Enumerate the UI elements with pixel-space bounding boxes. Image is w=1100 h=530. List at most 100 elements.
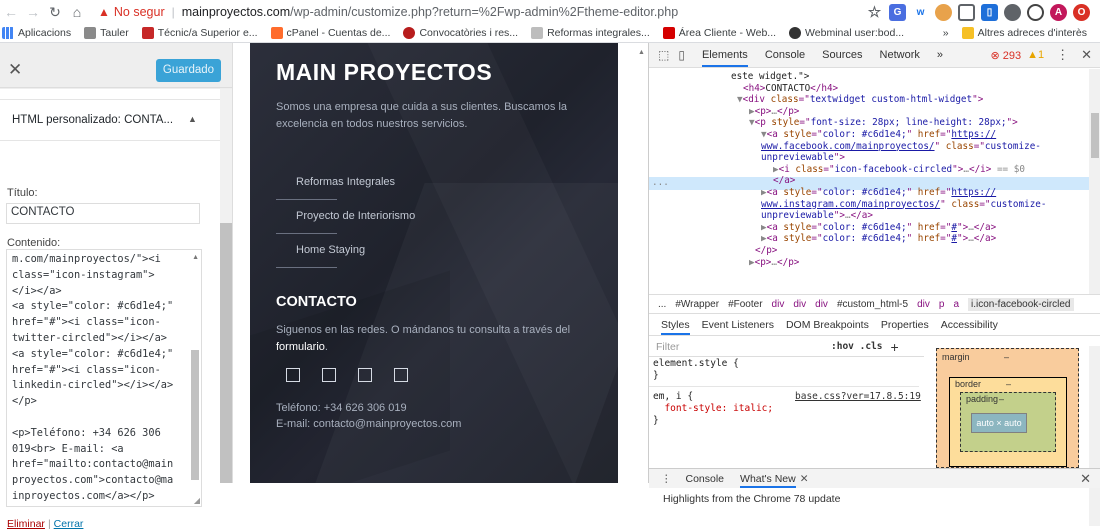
breadcrumb-item[interactable]: p — [939, 299, 945, 310]
wave-extension-icon[interactable]: w — [912, 3, 929, 21]
other-bookmarks-folder[interactable]: Altres adreces d'interès — [961, 27, 1087, 39]
tab-properties[interactable]: Properties — [881, 319, 929, 331]
menu-item-home-staying[interactable]: Home Staying — [296, 244, 365, 256]
facebook-icon[interactable] — [286, 368, 300, 382]
device-toolbar-icon[interactable]: ▯ — [678, 48, 685, 62]
dom-node-line[interactable]: ▶<a style="color: #c6d1e4;" href="https:… — [761, 187, 996, 199]
rule-line[interactable]: element.style { — [653, 358, 739, 370]
elements-scrollbar[interactable] — [1089, 69, 1100, 294]
tab-sources[interactable]: Sources — [822, 49, 862, 61]
hov-cls-toggles[interactable]: :hov .cls — [831, 341, 882, 352]
dom-node-line[interactable]: <h4>CONTACTO</h4> — [743, 83, 838, 95]
code-scrollbar-thumb[interactable] — [191, 350, 199, 480]
forward-arrow-icon[interactable]: → — [22, 4, 44, 20]
menu-item-interiorismo[interactable]: Proyecto de Interiorismo — [296, 210, 415, 222]
tabs-overflow-button[interactable]: » — [937, 49, 943, 61]
tab-elements[interactable]: Elements — [701, 44, 748, 67]
add-rule-icon[interactable]: + — [890, 339, 898, 355]
dom-node-line[interactable]: ▶<a style="color: #c6d1e4;" href="#">…</… — [761, 233, 996, 245]
box-model-padding[interactable]: padding – auto × auto — [960, 392, 1056, 452]
dom-node-line[interactable]: unpreviewable">…</a> — [761, 210, 873, 222]
close-icon[interactable]: ✕ — [1081, 47, 1092, 63]
close-link[interactable]: Cerrar — [54, 518, 84, 530]
bookmark-item[interactable]: Convocatòries i res... — [403, 27, 518, 39]
kebab-menu-icon[interactable]: ⋮ — [1056, 47, 1069, 63]
rule-source-link[interactable]: base.css?ver=17.8.5:19 — [795, 391, 921, 403]
dom-node-line[interactable]: ▶<a style="color: #c6d1e4;" href="#">…</… — [761, 222, 996, 234]
box-model-margin[interactable]: margin – border – padding – auto × auto — [936, 348, 1079, 468]
content-code-editor[interactable]: m.com/mainproyectos/"><i class="icon-ins… — [6, 249, 202, 507]
email-text[interactable]: E-mail: contacto@mainproyectos.com — [276, 418, 461, 430]
dom-node-line[interactable]: ▶<i class="icon-facebook-circled">…</i> … — [773, 164, 1025, 176]
twitter-icon[interactable] — [358, 368, 372, 382]
breadcrumb-item[interactable]: div — [793, 299, 806, 310]
dom-node-line[interactable]: unpreviewable"> — [761, 152, 845, 164]
drawer-tab-whats-new[interactable]: What's New — [740, 470, 796, 488]
bookmark-item[interactable]: Tauler — [84, 27, 129, 39]
breadcrumb-item[interactable]: #Wrapper — [675, 299, 719, 310]
breadcrumb-item[interactable]: div — [815, 299, 828, 310]
code-text[interactable]: m.com/mainproyectos/"><i class="icon-ins… — [12, 252, 190, 505]
box-model-content[interactable]: auto × auto — [971, 413, 1027, 433]
resize-handle-icon[interactable]: ◢ — [194, 496, 200, 505]
error-count-badge[interactable]: ⊗ 293 — [990, 49, 1021, 62]
scroll-up-arrow-icon[interactable]: ▲ — [638, 49, 645, 56]
opera-extension-icon[interactable]: O — [1073, 3, 1090, 21]
instagram-icon[interactable] — [322, 368, 336, 382]
close-drawer-icon[interactable]: ✕ — [1080, 471, 1091, 487]
bookmark-item[interactable]: Técnic/a Superior e... — [141, 27, 258, 39]
tab-network[interactable]: Network — [880, 49, 920, 61]
breadcrumb-item[interactable]: i.icon-facebook-circled — [968, 297, 1074, 311]
breadcrumb-item[interactable]: ... — [658, 299, 666, 310]
box-model-border[interactable]: border – padding – auto × auto — [949, 377, 1067, 467]
dom-node-line[interactable]: www.facebook.com/mainproyectos/" class="… — [761, 141, 1041, 153]
warning-count-badge[interactable]: ▲1 — [1027, 49, 1044, 61]
scroll-up-arrow-icon[interactable]: ▲ — [192, 254, 199, 261]
bookmark-item[interactable]: Webminal user:bod... — [789, 27, 904, 39]
translate-extension-icon[interactable]: G — [889, 3, 906, 21]
settings-extension-icon[interactable] — [1004, 3, 1021, 21]
dom-node-line[interactable]: </p> — [755, 245, 777, 257]
filter-input[interactable]: Filter — [656, 341, 796, 353]
close-icon[interactable]: ✕ — [8, 60, 22, 80]
dom-node-line[interactable]: ▼<div class="textwidget custom-html-widg… — [737, 94, 983, 106]
elements-scrollbar-thumb[interactable] — [1091, 113, 1099, 158]
elements-tree[interactable]: ... este widget."> <h4>CONTACTO</h4> ▼<div… — [649, 69, 1089, 294]
bookmark-item[interactable]: Reformas integrales... — [531, 27, 650, 39]
sidebar-scrollbar-thumb[interactable] — [220, 223, 232, 483]
dom-node-line[interactable]: ▼<a style="color: #c6d1e4;" href="https:… — [761, 129, 996, 141]
dom-node-line[interactable]: ▼<p style="font-size: 28px; line-height:… — [749, 117, 1018, 129]
bookmark-star-icon[interactable]: ☆ — [866, 4, 883, 21]
bookmark-item[interactable]: cPanel - Cuentas de... — [270, 27, 390, 39]
dom-node-line[interactable]: </a> — [773, 175, 795, 187]
breadcrumb-item[interactable]: a — [953, 299, 959, 310]
widget-title-bar[interactable]: HTML personalizado: CONTA... ▲ — [0, 99, 220, 141]
styles-rules[interactable]: element.style { } em, i { base.css?ver=1… — [649, 358, 921, 468]
security-label[interactable]: No segur — [114, 5, 165, 19]
profile-avatar[interactable]: A — [1050, 3, 1067, 21]
breadcrumb-item[interactable]: #Footer — [728, 299, 762, 310]
rule-property[interactable]: font-style: italic; — [653, 403, 773, 415]
cookie-extension-icon[interactable] — [935, 3, 952, 21]
tab-accessibility[interactable]: Accessibility — [941, 319, 998, 331]
dom-node-line[interactable]: www.instagram.com/mainproyectos/" class=… — [761, 199, 1047, 211]
bookmark-item[interactable]: Área Cliente - Web... — [662, 27, 776, 39]
dom-node-line[interactable]: ▶<p>…</p> — [749, 257, 799, 269]
address-bar[interactable]: ▲ No segur | mainproyectos.com /wp-admin… — [98, 2, 866, 22]
inspect-element-icon[interactable]: ⬚ — [658, 48, 669, 62]
trello-extension-icon[interactable]: ▯ — [981, 3, 998, 21]
title-input[interactable]: CONTACTO — [6, 203, 200, 224]
linkedin-icon[interactable] — [394, 368, 408, 382]
dom-node-line[interactable]: este widget."> — [731, 71, 809, 83]
breadcrumb-item[interactable]: #custom_html-5 — [837, 299, 908, 310]
contact-form-link[interactable]: formulario — [276, 341, 325, 353]
tab-styles[interactable]: Styles — [661, 316, 690, 335]
tab-dom-breakpoints[interactable]: DOM Breakpoints — [786, 319, 869, 331]
back-arrow-icon[interactable]: ← — [0, 4, 22, 20]
styles-scrollbar[interactable] — [1089, 346, 1100, 468]
home-icon[interactable]: ⌂ — [66, 4, 88, 20]
caret-up-icon[interactable]: ▲ — [188, 114, 197, 124]
reload-icon[interactable]: ↻ — [44, 4, 66, 21]
tab-event-listeners[interactable]: Event Listeners — [702, 319, 774, 331]
breadcrumb-item[interactable]: div — [772, 299, 785, 310]
